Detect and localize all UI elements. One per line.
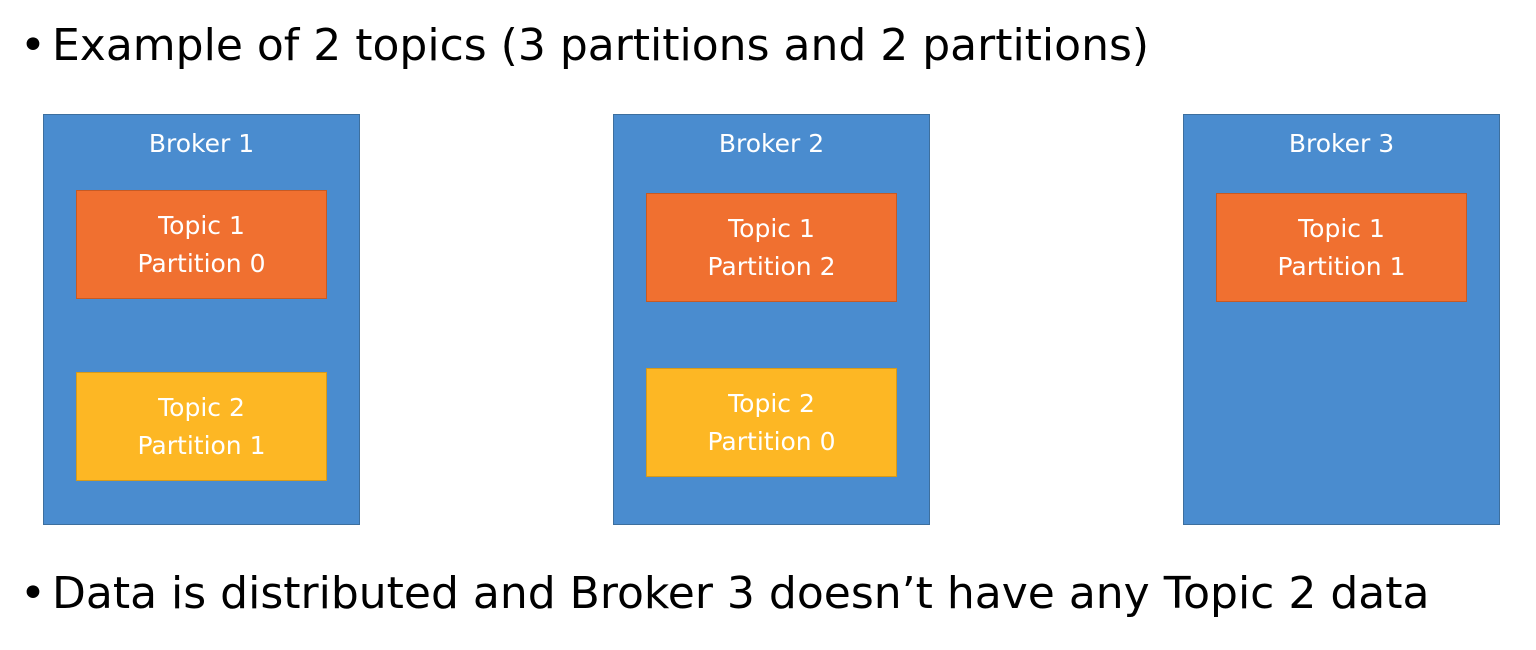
bullet-marker: • bbox=[20, 568, 46, 619]
partition-number-label: Partition 0 bbox=[707, 426, 836, 456]
partition-topic-label: Topic 1 bbox=[1298, 213, 1385, 243]
broker-3-topic1-partition1: Topic 1 Partition 1 bbox=[1216, 193, 1467, 302]
broker-2-topic1-partition2: Topic 1 Partition 2 bbox=[646, 193, 897, 302]
bottom-bullet: • Data is distributed and Broker 3 doesn’… bbox=[20, 572, 1429, 616]
partition-number-label: Partition 1 bbox=[137, 430, 266, 460]
broker-2-topic2-partition0: Topic 2 Partition 0 bbox=[646, 368, 897, 477]
broker-2-box: Broker 2 Topic 1 Partition 2 Topic 2 Par… bbox=[613, 114, 930, 525]
broker-1-topic2-partition1: Topic 2 Partition 1 bbox=[76, 372, 327, 481]
partition-topic-label: Topic 1 bbox=[158, 210, 245, 240]
partition-number-label: Partition 0 bbox=[137, 248, 266, 278]
top-bullet-text: Example of 2 topics (3 partitions and 2 … bbox=[52, 20, 1150, 71]
broker-1-title: Broker 1 bbox=[148, 129, 255, 158]
partition-topic-label: Topic 2 bbox=[728, 388, 815, 418]
broker-3-box: Broker 3 Topic 1 Partition 1 bbox=[1183, 114, 1500, 525]
broker-1-box: Broker 1 Topic 1 Partition 0 Topic 2 Par… bbox=[43, 114, 360, 525]
partition-topic-label: Topic 1 bbox=[728, 213, 815, 243]
partition-topic-label: Topic 2 bbox=[158, 392, 245, 422]
top-bullet: • Example of 2 topics (3 partitions and 2… bbox=[20, 24, 1149, 68]
broker-2-title: Broker 2 bbox=[718, 129, 825, 158]
bullet-marker: • bbox=[20, 20, 46, 71]
bottom-bullet-text: Data is distributed and Broker 3 doesn’t… bbox=[52, 568, 1430, 619]
broker-1-topic1-partition0: Topic 1 Partition 0 bbox=[76, 190, 327, 299]
partition-number-label: Partition 2 bbox=[707, 251, 836, 281]
partition-number-label: Partition 1 bbox=[1277, 251, 1406, 281]
broker-3-title: Broker 3 bbox=[1288, 129, 1395, 158]
